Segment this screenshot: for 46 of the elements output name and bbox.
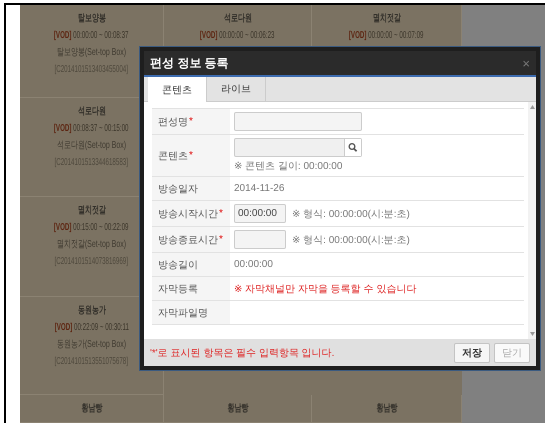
time-range: [VOD] 00:00:00 ~ 00:08:37 <box>54 29 129 43</box>
program-title: 동원농가 <box>78 304 106 318</box>
program-title: 황남빵 <box>81 402 102 416</box>
program-title: 황남빵 <box>376 402 397 416</box>
program-title: 멸치젓갈 <box>372 12 400 26</box>
save-button[interactable]: 저장 <box>454 342 490 362</box>
program-title: 멸치젓갈 <box>78 204 106 218</box>
time-field[interactable]: 00:00:00 <box>234 204 286 223</box>
required-note: '*'로 표시된 항목은 필수 입력항목 입니다. <box>150 346 334 360</box>
scroll-down-icon[interactable] <box>530 332 534 336</box>
search-field[interactable] <box>234 138 362 157</box>
field-label: 자막등록 <box>152 277 230 300</box>
device-name: 탈보양봉(Set-top Box) <box>56 46 126 60</box>
hint-text: ※ 형식: 00:00:00(시:분:초) <box>292 234 410 246</box>
device-name: 동원농가(Set-top Box) <box>56 338 126 352</box>
field-label: 콘텐츠* <box>152 135 230 176</box>
program-title: 석로다원 <box>78 105 106 119</box>
field-label: 방송종료시간* <box>152 227 230 252</box>
device-name: 멸치젓갈(Set-top Box) <box>56 238 126 252</box>
scrollbar[interactable] <box>528 102 536 339</box>
time-range: [VOD] 00:22:09 ~ 00:30:11 <box>54 321 129 335</box>
field-label: 편성명* <box>152 109 230 134</box>
field-label: 방송시작시간* <box>152 201 230 226</box>
hint-text: ※ 형식: 00:00:00(시:분:초) <box>292 208 410 220</box>
notice-text: ※ 자막채널만 자막을 등록할 수 있습니다 <box>234 282 418 296</box>
field-value: 00:00:00 <box>234 259 274 270</box>
field-value: 2014-11-26 <box>234 183 286 194</box>
hint-text: ※ 콘텐츠 길이: 00:00:00 <box>234 160 344 173</box>
program-title: 황남빵 <box>227 402 248 416</box>
time-range: [VOD] 00:00:00 ~ 00:06:23 <box>200 29 275 43</box>
input-field[interactable] <box>234 112 362 131</box>
program-title: 석로다원 <box>224 12 252 26</box>
field-label: 방송일자 <box>152 177 230 200</box>
tab[interactable]: 콘텐츠 <box>148 77 207 102</box>
program-title: 탈보양봉 <box>78 12 106 26</box>
scroll-up-icon[interactable] <box>530 105 534 109</box>
tab[interactable]: 라이브 <box>207 77 266 101</box>
search-icon[interactable] <box>344 139 361 156</box>
time-field[interactable] <box>234 230 286 249</box>
dialog-title: 편성 정보 등록 <box>150 54 229 72</box>
field-label: 방송길이 <box>152 253 230 276</box>
time-range: [VOD] 00:08:37 ~ 00:15:00 <box>54 122 129 136</box>
device-name: 석로다원(Set-top Box) <box>56 139 126 153</box>
field-label: 자막파일명 <box>152 301 230 324</box>
time-range: [VOD] 00:00:00 ~ 00:07:09 <box>349 29 424 43</box>
time-range: [VOD] 00:15:00 ~ 00:22:09 <box>54 221 129 235</box>
